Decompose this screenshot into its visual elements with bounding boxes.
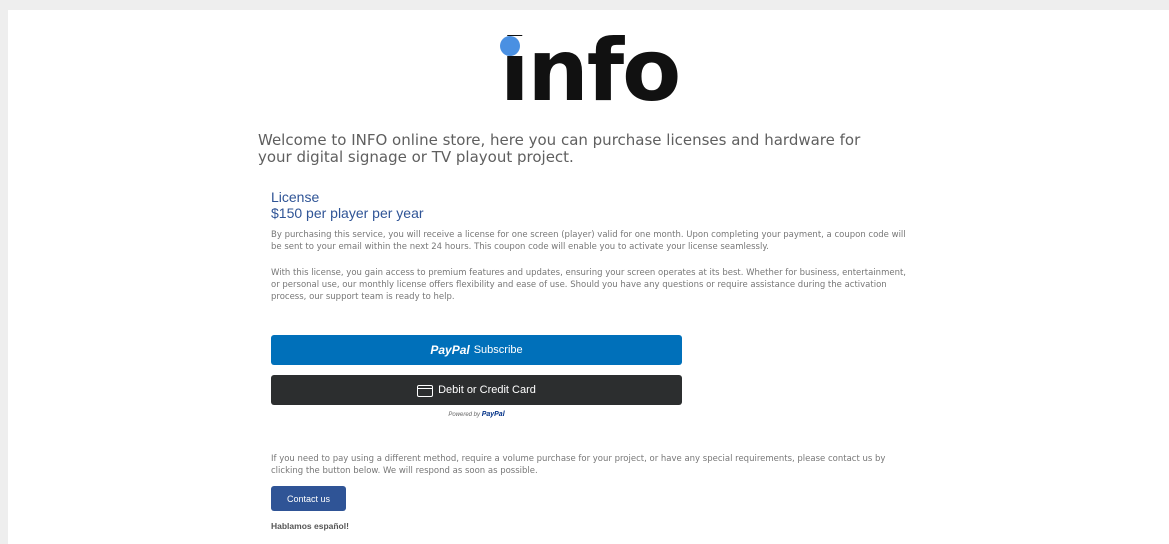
store-page: info Welcome to INFO online store, here … <box>8 10 1169 544</box>
contact-us-button[interactable]: Contact us <box>271 486 346 511</box>
paypal-button-label: Subscribe <box>473 344 523 356</box>
credit-card-icon <box>417 384 434 397</box>
logo-dot <box>500 36 520 56</box>
info-logo: info <box>500 28 690 114</box>
contact-info-text: If you need to pay using a different met… <box>271 454 886 476</box>
card-button-label: Debit or Credit Card <box>438 384 536 396</box>
license-title: License <box>271 189 320 205</box>
paypal-subscribe-button[interactable]: PayPal Subscribe <box>271 335 682 365</box>
logo-wordmark: info <box>500 21 681 121</box>
powered-by-paypal: Powered by PayPal <box>448 411 505 418</box>
license-price: $150 per player per year <box>271 205 424 221</box>
welcome-text: Welcome to INFO online store, here you c… <box>258 131 861 166</box>
powered-paypal-logo: PayPal <box>481 411 505 418</box>
license-description: By purchasing this service, you will rec… <box>271 230 906 252</box>
debit-credit-card-button[interactable]: Debit or Credit Card <box>271 375 682 405</box>
spanish-note: Hablamos español! <box>271 521 349 531</box>
paypal-logo: PayPal <box>430 343 470 357</box>
license-benefits: With this license, you gain access to pr… <box>271 268 907 302</box>
